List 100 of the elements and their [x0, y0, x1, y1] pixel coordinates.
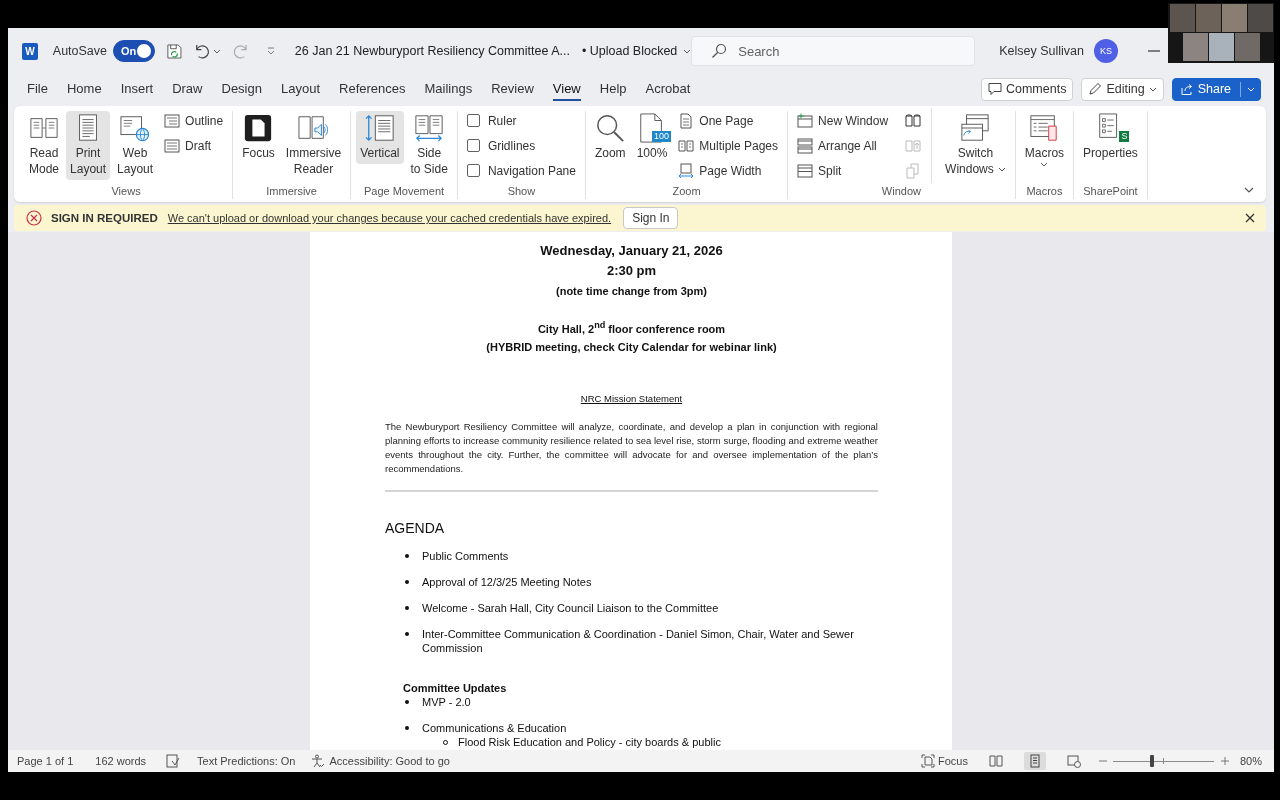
- accessibility-icon[interactable]: [311, 754, 326, 768]
- caret-icon: [997, 167, 1006, 173]
- menu-tab[interactable]: Mailings: [424, 77, 473, 101]
- side-to-side-button[interactable]: Side to Side: [406, 111, 452, 180]
- side-pages-icon: [414, 113, 445, 143]
- bullet-icon: [405, 631, 409, 636]
- ribbon-group-label: Macros: [1025, 184, 1064, 199]
- ribbon-group-label: Page Movement: [362, 184, 446, 199]
- caret-icon[interactable]: [1244, 187, 1254, 193]
- menu-tab[interactable]: Design: [221, 77, 262, 101]
- focus-label[interactable]: Focus: [938, 755, 968, 767]
- search-field[interactable]: Search: [691, 36, 976, 66]
- meeting-time: 2:30 pm: [605, 262, 658, 280]
- draft-button[interactable]: Draft: [160, 133, 228, 158]
- immersive-reader-button[interactable]: Immersive Reader: [281, 111, 346, 180]
- comments-button[interactable]: Comments: [980, 77, 1074, 101]
- word-count[interactable]: 162 words: [95, 755, 147, 767]
- ribbon-group-label: Views: [110, 184, 142, 199]
- ribbon-group-label: SharePoint: [1082, 184, 1139, 199]
- close-icon[interactable]: [1245, 213, 1255, 223]
- save-icon[interactable]: [165, 42, 183, 60]
- checkbox-label[interactable]: Gridlines: [487, 138, 536, 153]
- photo-placeholder: [1195, 4, 1221, 32]
- open-book-icon[interactable]: [905, 112, 922, 129]
- new-window-button[interactable]: New Window: [793, 108, 893, 133]
- mission-heading: NRC Mission Statement: [580, 392, 683, 404]
- section-heading: Committee Updates: [403, 681, 507, 694]
- mission-paragraph: The Newburyport Resiliency Committee will analyze, coordinate, and develop a plan in conjunction with regional planning efforts to increase community resilience related to sea level rise, storm surge, flooding and extreme weather events throughout the city. Further, the committee will advocate for and oversee implementation of the plan’s recommendations.: [385, 419, 878, 476]
- sign-in-button[interactable]: Sign In: [623, 207, 679, 229]
- upload-status[interactable]: • Upload Blocked: [581, 44, 678, 58]
- menu-tab[interactable]: Insert: [120, 77, 154, 101]
- split-button[interactable]: Split: [793, 158, 893, 183]
- vertical-button[interactable]: Vertical: [356, 111, 404, 164]
- page-count[interactable]: Page 1 of 1: [17, 755, 74, 767]
- undo-icon[interactable]: [193, 42, 211, 60]
- text-predictions-status[interactable]: Text Predictions: On: [197, 755, 296, 767]
- zoom-slider-thumb[interactable]: [1150, 755, 1155, 767]
- print-layout-button[interactable]: Print Layout: [66, 111, 111, 180]
- autosave-toggle[interactable]: On: [113, 40, 155, 62]
- checkbox-label[interactable]: Navigation Pane: [487, 163, 576, 178]
- agenda-item: Welcome - Sarah Hall, City Council Liaison to the Committee: [422, 600, 719, 615]
- bullet-icon: [405, 579, 409, 584]
- menu-tab[interactable]: View: [552, 77, 581, 101]
- icon-badge: S: [1119, 131, 1130, 142]
- proofing-icon[interactable]: [166, 754, 181, 768]
- zoom-in-icon[interactable]: [1219, 756, 1230, 766]
- read-mode-button[interactable]: Read Mode: [25, 111, 64, 180]
- customize-caret-icon[interactable]: [266, 47, 275, 55]
- document-title[interactable]: 26 Jan 21 Newburyport Resiliency Committee A...: [294, 44, 570, 58]
- menu-tab[interactable]: Home: [66, 77, 102, 101]
- zoom-100-button[interactable]: 100 100%: [632, 111, 672, 164]
- share-button[interactable]: Share: [1171, 77, 1261, 101]
- caret-icon[interactable]: [683, 48, 692, 54]
- menu-tab[interactable]: Review: [491, 77, 534, 101]
- ribbon-group-label: Show: [506, 184, 537, 199]
- menu-tab[interactable]: Draw: [172, 77, 203, 101]
- multiple-pages-button[interactable]: Multiple Pages: [674, 133, 783, 158]
- draft-icon: [164, 137, 181, 154]
- agenda-item: Communications & Education: [422, 720, 567, 735]
- checkbox-label[interactable]: Ruler: [487, 113, 517, 128]
- outline-button[interactable]: Outline: [160, 108, 228, 133]
- menu-tab[interactable]: Acrobat: [645, 77, 691, 101]
- arrange-all-button[interactable]: Arrange All: [793, 133, 893, 158]
- print-layout-button[interactable]: [1023, 752, 1046, 770]
- time-note: (note time change from 3pm): [555, 284, 708, 299]
- page-icon: [1027, 754, 1042, 768]
- accessibility-status[interactable]: Accessibility: Good to go: [329, 755, 450, 767]
- menu-tab[interactable]: Layout: [280, 77, 320, 101]
- vertical-scroll-icon: [364, 113, 395, 143]
- checkbox[interactable]: [466, 164, 480, 177]
- menu-tab[interactable]: Help: [599, 77, 627, 101]
- page-width-button[interactable]: Page Width: [674, 158, 783, 183]
- checkbox[interactable]: [466, 114, 480, 127]
- web-page-icon: [1066, 754, 1081, 768]
- switch-windows-button[interactable]: Switch Windows: [941, 111, 1010, 180]
- user-avatar[interactable]: KS: [1094, 39, 1118, 63]
- outline-icon: [164, 112, 181, 129]
- caret-icon[interactable]: [213, 48, 222, 54]
- focus-icon[interactable]: [921, 754, 935, 768]
- macros-button[interactable]: Macros: [1020, 111, 1069, 170]
- bullet-icon: [405, 725, 409, 730]
- web-layout-button[interactable]: Web Layout: [113, 111, 158, 180]
- agenda-item: Inter-Committee Communication & Coordination - Daniel Simon, Chair, Water and Sewer Commission: [422, 626, 855, 655]
- icon-badge: 100: [651, 131, 671, 142]
- checkbox[interactable]: [466, 139, 480, 152]
- agenda-subitem: Flood Risk Education and Policy - city boards & public: [458, 734, 721, 749]
- editing-button[interactable]: Editing: [1081, 77, 1164, 101]
- focus-button[interactable]: Focus: [238, 111, 279, 164]
- caret-icon: [1148, 86, 1157, 92]
- share-icon: [1179, 82, 1194, 96]
- zoom-button[interactable]: Zoom: [590, 111, 630, 164]
- autosave-label: AutoSave: [52, 44, 107, 58]
- one-page-button[interactable]: One Page: [674, 108, 783, 133]
- menu-tab[interactable]: References: [339, 77, 406, 101]
- focus-icon: [243, 113, 274, 143]
- properties-button[interactable]: S Properties: [1079, 111, 1142, 164]
- menu-tab[interactable]: File: [27, 77, 48, 101]
- photo-placeholder: [1247, 4, 1273, 32]
- message-link[interactable]: We can't upload or download your changes because your cached credentials have expired.: [167, 212, 612, 224]
- zoom-level[interactable]: 80%: [1239, 755, 1262, 767]
